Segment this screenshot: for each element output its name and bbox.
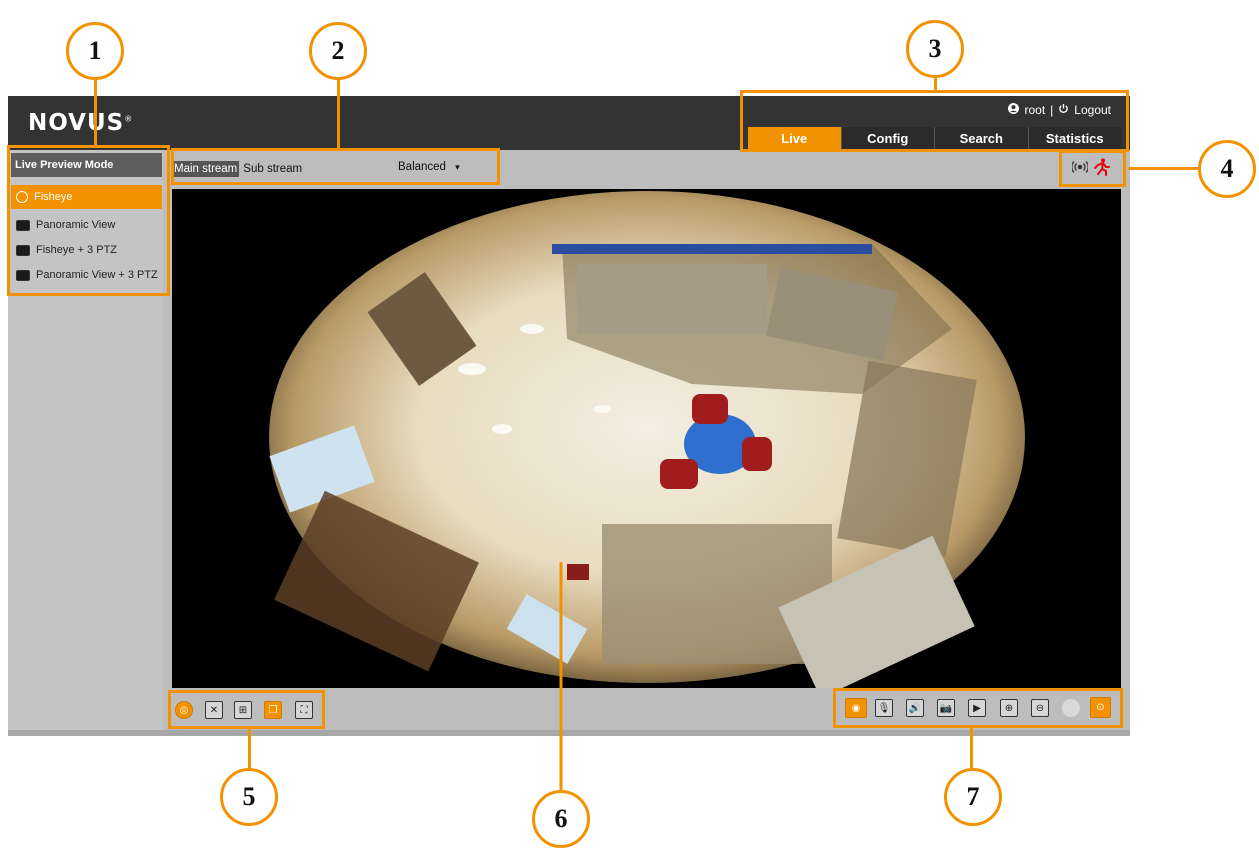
callout-7: 7 <box>944 768 1002 826</box>
callout-2: 2 <box>309 22 367 80</box>
callout-5: 5 <box>220 768 278 826</box>
highlight-box-2 <box>171 148 500 185</box>
connector-2 <box>337 73 340 149</box>
fisheye-video-view[interactable] <box>172 189 1121 688</box>
highlight-box-7 <box>833 688 1123 728</box>
callout-1: 1 <box>66 22 124 80</box>
novus-logo: NOVUS® <box>28 110 134 136</box>
connector-4 <box>1128 167 1201 170</box>
callout-4: 4 <box>1198 140 1256 198</box>
highlight-box-1 <box>7 145 170 296</box>
callout-6: 6 <box>532 790 590 848</box>
connector-6 <box>559 562 563 796</box>
callout-3: 3 <box>906 20 964 78</box>
connector-5 <box>248 729 251 770</box>
highlight-box-5 <box>168 690 325 729</box>
fisheye-image <box>269 191 1025 688</box>
connector-7 <box>970 727 973 771</box>
highlight-box-4 <box>1059 150 1126 187</box>
highlight-box-3 <box>740 90 1129 152</box>
connector-1 <box>94 73 97 148</box>
